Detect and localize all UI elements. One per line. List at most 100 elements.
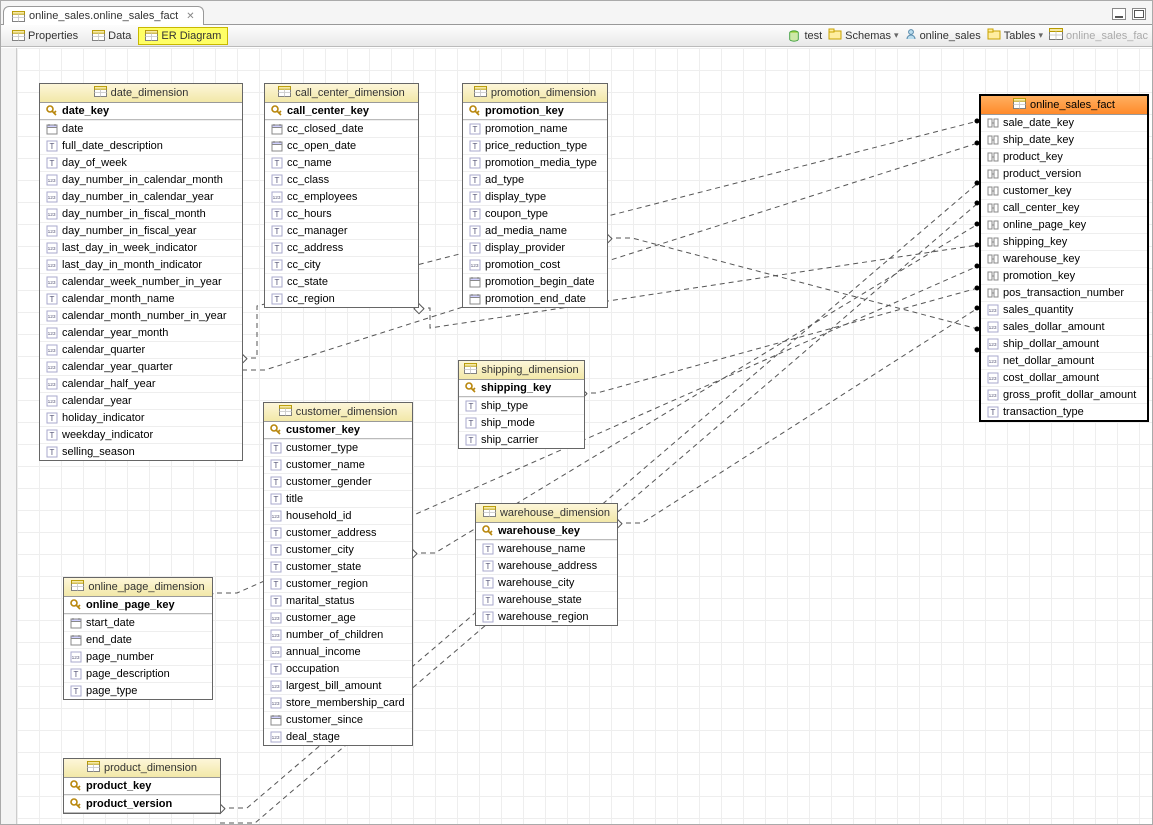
tab-er-diagram[interactable]: ER Diagram <box>138 27 228 45</box>
entity-product-dimension[interactable]: product_dimension product_key product_ve… <box>63 758 221 814</box>
column-name: largest_bill_amount <box>286 680 381 692</box>
entity-call-center-dimension[interactable]: call_center_dimension call_center_key cc… <box>264 83 419 308</box>
column-row: warehouse_state <box>476 591 617 608</box>
column-row: cc_name <box>265 154 418 171</box>
column-name: customer_since <box>286 714 363 726</box>
diagram-canvas[interactable]: date_dimension date_key date full_date_d… <box>17 48 1152 824</box>
column-name: cc_closed_date <box>287 123 363 135</box>
column-row: online_page_key <box>64 597 212 614</box>
breadcrumb-label: online_sales_fac <box>1066 30 1148 42</box>
entity-online-sales-fact[interactable]: online_sales_fact sale_date_key ship_dat… <box>979 94 1149 422</box>
column-row: day_number_in_calendar_month <box>40 171 242 188</box>
breadcrumb-schemas[interactable]: Schemas ▾ <box>828 28 898 43</box>
breadcrumb-db[interactable]: test <box>787 30 822 42</box>
column-name: coupon_type <box>485 208 548 220</box>
column-name: sale_date_key <box>1003 117 1074 129</box>
breadcrumb-table[interactable]: online_sales_fac <box>1049 28 1148 43</box>
breadcrumb-label: online_sales <box>920 30 981 42</box>
column-name: end_date <box>86 634 132 646</box>
column-row: customer_age <box>264 609 412 626</box>
column-row: shipping_key <box>459 380 584 397</box>
column-name: deal_stage <box>286 731 340 743</box>
column-name: promotion_key <box>485 105 564 117</box>
column-name: selling_season <box>62 446 135 458</box>
entity-customer-dimension[interactable]: customer_dimension customer_key customer… <box>263 402 413 746</box>
type-icon <box>271 293 283 305</box>
table-icon <box>87 761 100 775</box>
column-row: ship_date_key <box>981 131 1147 148</box>
editor-tab-bar: online_sales.online_sales_fact ✕ <box>1 1 1152 25</box>
table-icon <box>1049 28 1063 43</box>
tab-data[interactable]: Data <box>85 27 138 45</box>
column-row: calendar_year_quarter <box>40 358 242 375</box>
column-name: transaction_type <box>1003 406 1084 418</box>
column-name: page_type <box>86 685 137 697</box>
column-row: ad_type <box>463 171 607 188</box>
column-name: online_page_key <box>1003 219 1086 231</box>
table-icon <box>1013 98 1026 112</box>
entity-online-page-dimension[interactable]: online_page_dimension online_page_key st… <box>63 577 213 700</box>
column-name: net_dollar_amount <box>1003 355 1094 367</box>
close-icon[interactable]: ✕ <box>182 11 194 22</box>
column-name: promotion_media_type <box>485 157 597 169</box>
entity-promotion-dimension[interactable]: promotion_dimension promotion_key promot… <box>462 83 608 308</box>
tab-label: ER Diagram <box>161 30 221 42</box>
sub-tab-bar: Properties Data ER Diagram test Schemas … <box>1 25 1152 47</box>
column-row: product_version <box>64 795 220 813</box>
column-name: cc_city <box>287 259 321 271</box>
column-row: call_center_key <box>981 199 1147 216</box>
column-name: product_version <box>1003 168 1081 180</box>
column-name: page_number <box>86 651 154 663</box>
column-name: occupation <box>286 663 339 675</box>
column-row: coupon_type <box>463 205 607 222</box>
breadcrumb: test Schemas ▾ online_sales Tables ▾ onl… <box>787 28 1148 43</box>
column-row: warehouse_region <box>476 608 617 625</box>
column-row: warehouse_city <box>476 574 617 591</box>
user-icon <box>905 28 917 43</box>
column-row: gross_profit_dollar_amount <box>981 386 1147 403</box>
column-name: calendar_year_month <box>62 327 168 339</box>
entity-date-dimension[interactable]: date_dimension date_key date full_date_d… <box>39 83 243 461</box>
breadcrumb-label: Tables <box>1004 30 1036 42</box>
column-row: cc_hours <box>265 205 418 222</box>
column-row: customer_state <box>264 558 412 575</box>
chevron-down-icon: ▾ <box>894 30 899 41</box>
column-row: warehouse_name <box>476 540 617 557</box>
minimize-icon[interactable] <box>1112 8 1126 20</box>
column-name: call_center_key <box>287 105 369 117</box>
editor-tab[interactable]: online_sales.online_sales_fact ✕ <box>3 6 204 25</box>
maximize-icon[interactable] <box>1132 8 1146 20</box>
window-controls <box>1112 8 1146 24</box>
column-row: product_version <box>981 165 1147 182</box>
column-name: ship_carrier <box>481 434 538 446</box>
column-name: shipping_key <box>1003 236 1067 248</box>
entity-title: product_dimension <box>104 762 197 774</box>
tab-properties[interactable]: Properties <box>5 27 85 45</box>
column-name: calendar_quarter <box>62 344 145 356</box>
column-name: cc_hours <box>287 208 332 220</box>
column-row: customer_gender <box>264 473 412 490</box>
column-row: day_number_in_fiscal_year <box>40 222 242 239</box>
entity-header: warehouse_dimension <box>476 504 617 523</box>
breadcrumb-tables[interactable]: Tables ▾ <box>987 28 1043 43</box>
entity-shipping-dimension[interactable]: shipping_dimension shipping_key ship_typ… <box>458 360 585 449</box>
column-name: customer_key <box>1003 185 1071 197</box>
column-name: product_key <box>86 780 151 792</box>
type-icon <box>70 685 82 697</box>
entity-header: call_center_dimension <box>265 84 418 103</box>
column-name: customer_type <box>286 442 358 454</box>
column-row: customer_key <box>981 182 1147 199</box>
column-name: cc_employees <box>287 191 357 203</box>
column-row: promotion_name <box>463 120 607 137</box>
entity-header: product_dimension <box>64 759 220 778</box>
column-row: page_type <box>64 682 212 699</box>
column-row: date_key <box>40 103 242 120</box>
column-name: cc_class <box>287 174 329 186</box>
editor-tab-title: online_sales.online_sales_fact <box>29 10 178 22</box>
entity-warehouse-dimension[interactable]: warehouse_dimension warehouse_key wareho… <box>475 503 618 626</box>
diagram-canvas-wrap: date_dimension date_key date full_date_d… <box>1 48 1152 824</box>
breadcrumb-schema[interactable]: online_sales <box>905 28 981 43</box>
column-name: cc_region <box>287 293 335 305</box>
column-name: ship_type <box>481 400 528 412</box>
column-name: customer_age <box>286 612 356 624</box>
